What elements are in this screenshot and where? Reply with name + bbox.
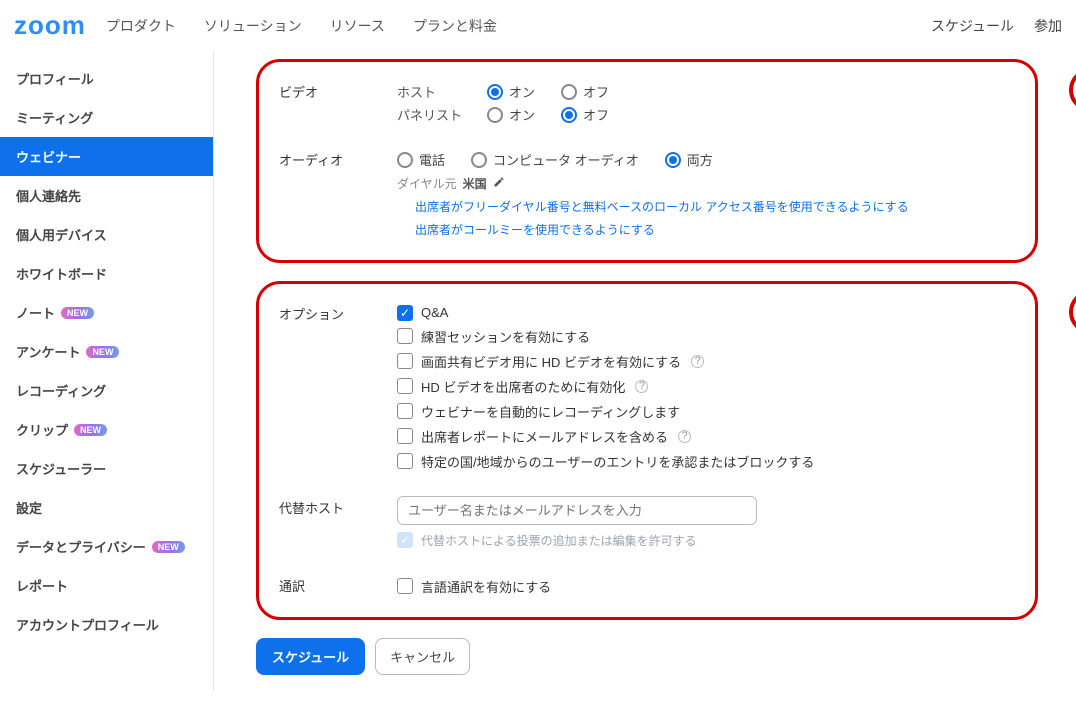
- sidebar-item-label: クリップ: [16, 420, 68, 439]
- radio-host-off[interactable]: オフ: [561, 82, 609, 101]
- checkbox-option-2[interactable]: [397, 353, 413, 369]
- checkbox-option-5[interactable]: [397, 428, 413, 444]
- option-label-6: 特定の国/地域からのユーザーのエントリを承認またはブロックする: [421, 452, 814, 471]
- radio-panelist-off[interactable]: オフ: [561, 105, 609, 124]
- option-label-3: HD ビデオを出席者のために有効化: [421, 377, 625, 396]
- sidebar-item-12[interactable]: データとプライバシー NEW: [0, 527, 213, 566]
- checkbox-option-0[interactable]: ✓: [397, 305, 413, 321]
- radio-audio-phone[interactable]: 電話: [397, 150, 445, 169]
- annotation-bubble-4: 4: [1069, 68, 1076, 112]
- option-label-2: 画面共有ビデオ用に HD ビデオを有効にする: [421, 352, 681, 371]
- sidebar-item-label: ホワイトボード: [16, 264, 107, 283]
- sidebar-item-9[interactable]: クリップ NEW: [0, 410, 213, 449]
- checkbox-althost-poll: ✓: [397, 532, 413, 548]
- label-video: ビデオ: [279, 80, 397, 126]
- sidebar-item-6[interactable]: ノート NEW: [0, 293, 213, 332]
- label-host: ホスト: [397, 82, 477, 101]
- sidebar-item-label: データとプライバシー: [16, 537, 146, 556]
- sidebar-item-label: スケジューラー: [16, 459, 106, 478]
- new-badge: NEW: [61, 307, 94, 319]
- sidebar-item-10[interactable]: スケジューラー: [0, 449, 213, 488]
- link-callme[interactable]: 出席者がコールミーを使用できるようにする: [415, 219, 1015, 242]
- nav-join[interactable]: 参加: [1034, 16, 1062, 36]
- new-badge: NEW: [74, 424, 107, 436]
- nav-schedule[interactable]: スケジュール: [931, 16, 1014, 36]
- label-althost-poll: 代替ホストによる投票の追加または編集を許可する: [421, 532, 697, 549]
- option-label-0: Q&A: [421, 305, 448, 320]
- radio-host-on[interactable]: オン: [487, 82, 535, 101]
- sidebar-item-label: ミーティング: [16, 108, 93, 127]
- sidebar-item-14[interactable]: アカウントプロフィール: [0, 605, 213, 644]
- help-icon[interactable]: ?: [678, 430, 691, 443]
- edit-dial-icon[interactable]: [493, 176, 505, 191]
- radio-audio-computer[interactable]: コンピュータ オーディオ: [471, 150, 639, 169]
- sidebar-item-label: アンケート: [16, 342, 80, 361]
- label-interp: 通訳: [279, 574, 397, 599]
- sidebar-item-0[interactable]: プロフィール: [0, 59, 213, 98]
- label-interp-enable: 言語通訳を有効にする: [421, 577, 551, 596]
- label-options: オプション: [279, 302, 397, 474]
- label-althost: 代替ホスト: [279, 496, 397, 552]
- sidebar-item-11[interactable]: 設定: [0, 488, 213, 527]
- radio-audio-both[interactable]: 両方: [665, 150, 713, 169]
- sidebar-item-label: 個人用デバイス: [16, 225, 107, 244]
- sidebar-item-label: ノート: [16, 303, 55, 322]
- dial-from-country: 米国: [463, 175, 487, 192]
- sidebar-item-2[interactable]: ウェビナー: [0, 137, 213, 176]
- annotation-box-4: 4 ビデオ ホスト オン オフ パネリスト オン オフ: [256, 59, 1038, 263]
- radio-panelist-on[interactable]: オン: [487, 105, 535, 124]
- dial-from-prefix: ダイヤル元: [397, 175, 457, 192]
- annotation-box-5: 5 オプション ✓Q&A練習セッションを有効にする画面共有ビデオ用に HD ビデ…: [256, 281, 1038, 620]
- schedule-button[interactable]: スケジュール: [256, 638, 365, 675]
- sidebar-item-4[interactable]: 個人用デバイス: [0, 215, 213, 254]
- annotation-bubble-5: 5: [1069, 290, 1076, 334]
- sidebar: プロフィールミーティングウェビナー個人連絡先個人用デバイスホワイトボードノート N…: [0, 51, 214, 691]
- help-icon[interactable]: ?: [635, 380, 648, 393]
- sidebar-item-13[interactable]: レポート: [0, 566, 213, 605]
- label-audio: オーディオ: [279, 148, 397, 242]
- checkbox-option-3[interactable]: [397, 378, 413, 394]
- nav-solution[interactable]: ソリューション: [204, 16, 302, 36]
- label-panelist: パネリスト: [397, 105, 477, 124]
- logo[interactable]: zoom: [14, 10, 86, 41]
- checkbox-option-1[interactable]: [397, 328, 413, 344]
- link-tollfree[interactable]: 出席者がフリーダイヤル番号と無料ベースのローカル アクセス番号を使用できるように…: [415, 196, 1015, 219]
- sidebar-item-3[interactable]: 個人連絡先: [0, 176, 213, 215]
- top-nav: プロダクト ソリューション リソース プランと料金: [106, 16, 931, 36]
- sidebar-item-7[interactable]: アンケート NEW: [0, 332, 213, 371]
- sidebar-item-label: ウェビナー: [16, 147, 81, 166]
- althost-input[interactable]: [397, 496, 757, 525]
- cancel-button[interactable]: キャンセル: [375, 638, 470, 675]
- option-label-5: 出席者レポートにメールアドレスを含める: [421, 427, 668, 446]
- sidebar-item-1[interactable]: ミーティング: [0, 98, 213, 137]
- sidebar-item-label: 設定: [16, 498, 42, 517]
- sidebar-item-label: 個人連絡先: [16, 186, 81, 205]
- option-label-1: 練習セッションを有効にする: [421, 327, 590, 346]
- new-badge: NEW: [86, 346, 119, 358]
- new-badge: NEW: [152, 541, 185, 553]
- help-icon[interactable]: ?: [691, 355, 704, 368]
- nav-product[interactable]: プロダクト: [106, 16, 176, 36]
- nav-pricing[interactable]: プランと料金: [413, 16, 497, 36]
- nav-resource[interactable]: リソース: [330, 16, 385, 36]
- sidebar-item-label: アカウントプロフィール: [16, 615, 159, 634]
- option-label-4: ウェビナーを自動的にレコーディングします: [421, 402, 680, 421]
- sidebar-item-5[interactable]: ホワイトボード: [0, 254, 213, 293]
- checkbox-option-6[interactable]: [397, 453, 413, 469]
- sidebar-item-label: レポート: [16, 576, 68, 595]
- checkbox-interp-enable[interactable]: [397, 578, 413, 594]
- checkbox-option-4[interactable]: [397, 403, 413, 419]
- sidebar-item-label: プロフィール: [16, 69, 94, 88]
- sidebar-item-label: レコーディング: [16, 381, 106, 400]
- sidebar-item-8[interactable]: レコーディング: [0, 371, 213, 410]
